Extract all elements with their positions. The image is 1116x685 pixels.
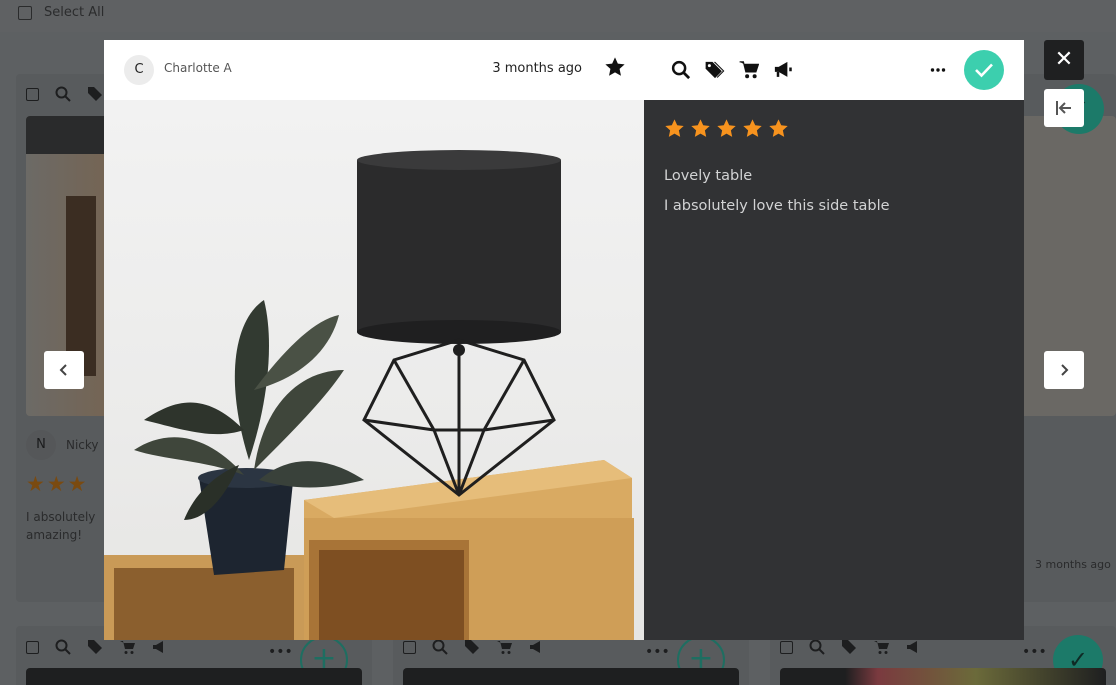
card-checkbox[interactable] [403, 640, 416, 654]
chevron-left-icon [59, 364, 67, 376]
more-icon[interactable]: ••• [645, 644, 670, 660]
card-toolbar [403, 639, 544, 655]
author-name: Nicky [66, 438, 99, 452]
review-body: I absolutely love this side table [664, 198, 890, 214]
card-toolbar [780, 639, 921, 655]
tag-icon[interactable] [841, 639, 857, 655]
star-icon [769, 119, 788, 137]
review-time: 3 months ago [1035, 558, 1111, 571]
tag-icon[interactable] [87, 86, 103, 102]
author-name: Charlotte A [164, 61, 232, 75]
avatar: C [124, 55, 154, 85]
card-image[interactable] [26, 668, 362, 685]
tag-icon[interactable] [705, 60, 725, 80]
star-icon [717, 119, 736, 137]
star-icon [691, 119, 710, 137]
more-icon[interactable]: ••• [268, 644, 293, 660]
close-icon: ✕ [1054, 47, 1074, 72]
megaphone-icon[interactable] [528, 639, 544, 655]
review-media-panel: C Charlotte A 3 months ago [104, 40, 644, 640]
review-modal: C Charlotte A 3 months ago Lovely table … [104, 40, 1024, 640]
card-image[interactable] [403, 668, 739, 685]
more-icon[interactable]: ••• [1022, 644, 1047, 660]
select-all-bar: Select All [0, 0, 1116, 32]
review-header: C Charlotte A 3 months ago [104, 40, 644, 100]
checkmark-icon [975, 63, 993, 78]
avatar: N [26, 430, 56, 460]
more-icon [930, 68, 946, 72]
rating-stars: ★★★ [26, 472, 89, 496]
review-snippet-2: amazing! [26, 528, 83, 542]
select-all-checkbox[interactable] [18, 6, 32, 20]
megaphone-icon[interactable] [773, 60, 793, 80]
star-icon [665, 119, 684, 137]
more-options-button[interactable] [930, 60, 946, 84]
review-snippet: I absolutely [26, 510, 96, 524]
cart-icon[interactable] [119, 639, 135, 655]
search-icon[interactable] [671, 60, 691, 80]
select-all-label: Select All [44, 5, 105, 20]
search-icon[interactable] [55, 639, 71, 655]
collapse-panel-button[interactable] [1044, 89, 1084, 127]
cart-icon[interactable] [739, 60, 759, 80]
card-checkbox[interactable] [26, 87, 39, 101]
approve-button[interactable] [964, 50, 1004, 90]
cart-icon[interactable] [873, 639, 889, 655]
search-icon[interactable] [55, 86, 71, 102]
review-photo[interactable] [104, 100, 644, 640]
collapse-left-icon [1056, 101, 1071, 115]
megaphone-icon[interactable] [151, 639, 167, 655]
previous-button[interactable] [44, 351, 84, 389]
next-button[interactable] [1044, 351, 1084, 389]
details-toolbar [644, 40, 1024, 100]
rating-stars [664, 118, 789, 139]
star-icon [743, 119, 762, 137]
card-checkbox[interactable] [26, 640, 39, 654]
megaphone-icon[interactable] [905, 639, 921, 655]
review-time: 3 months ago [492, 61, 582, 76]
card-toolbar [26, 86, 103, 102]
card-image[interactable] [780, 668, 1106, 685]
card-toolbar [26, 639, 167, 655]
tag-icon[interactable] [464, 639, 480, 655]
search-icon[interactable] [432, 639, 448, 655]
chevron-right-icon [1061, 364, 1069, 376]
product-image [104, 150, 634, 640]
cart-icon[interactable] [496, 639, 512, 655]
review-details-panel: Lovely table I absolutely love this side… [644, 40, 1024, 640]
close-button[interactable]: ✕ [1044, 40, 1084, 80]
review-title: Lovely table [664, 168, 753, 184]
tag-icon[interactable] [87, 639, 103, 655]
search-icon[interactable] [809, 639, 825, 655]
star-icon[interactable] [604, 56, 626, 78]
card-checkbox[interactable] [780, 640, 793, 654]
